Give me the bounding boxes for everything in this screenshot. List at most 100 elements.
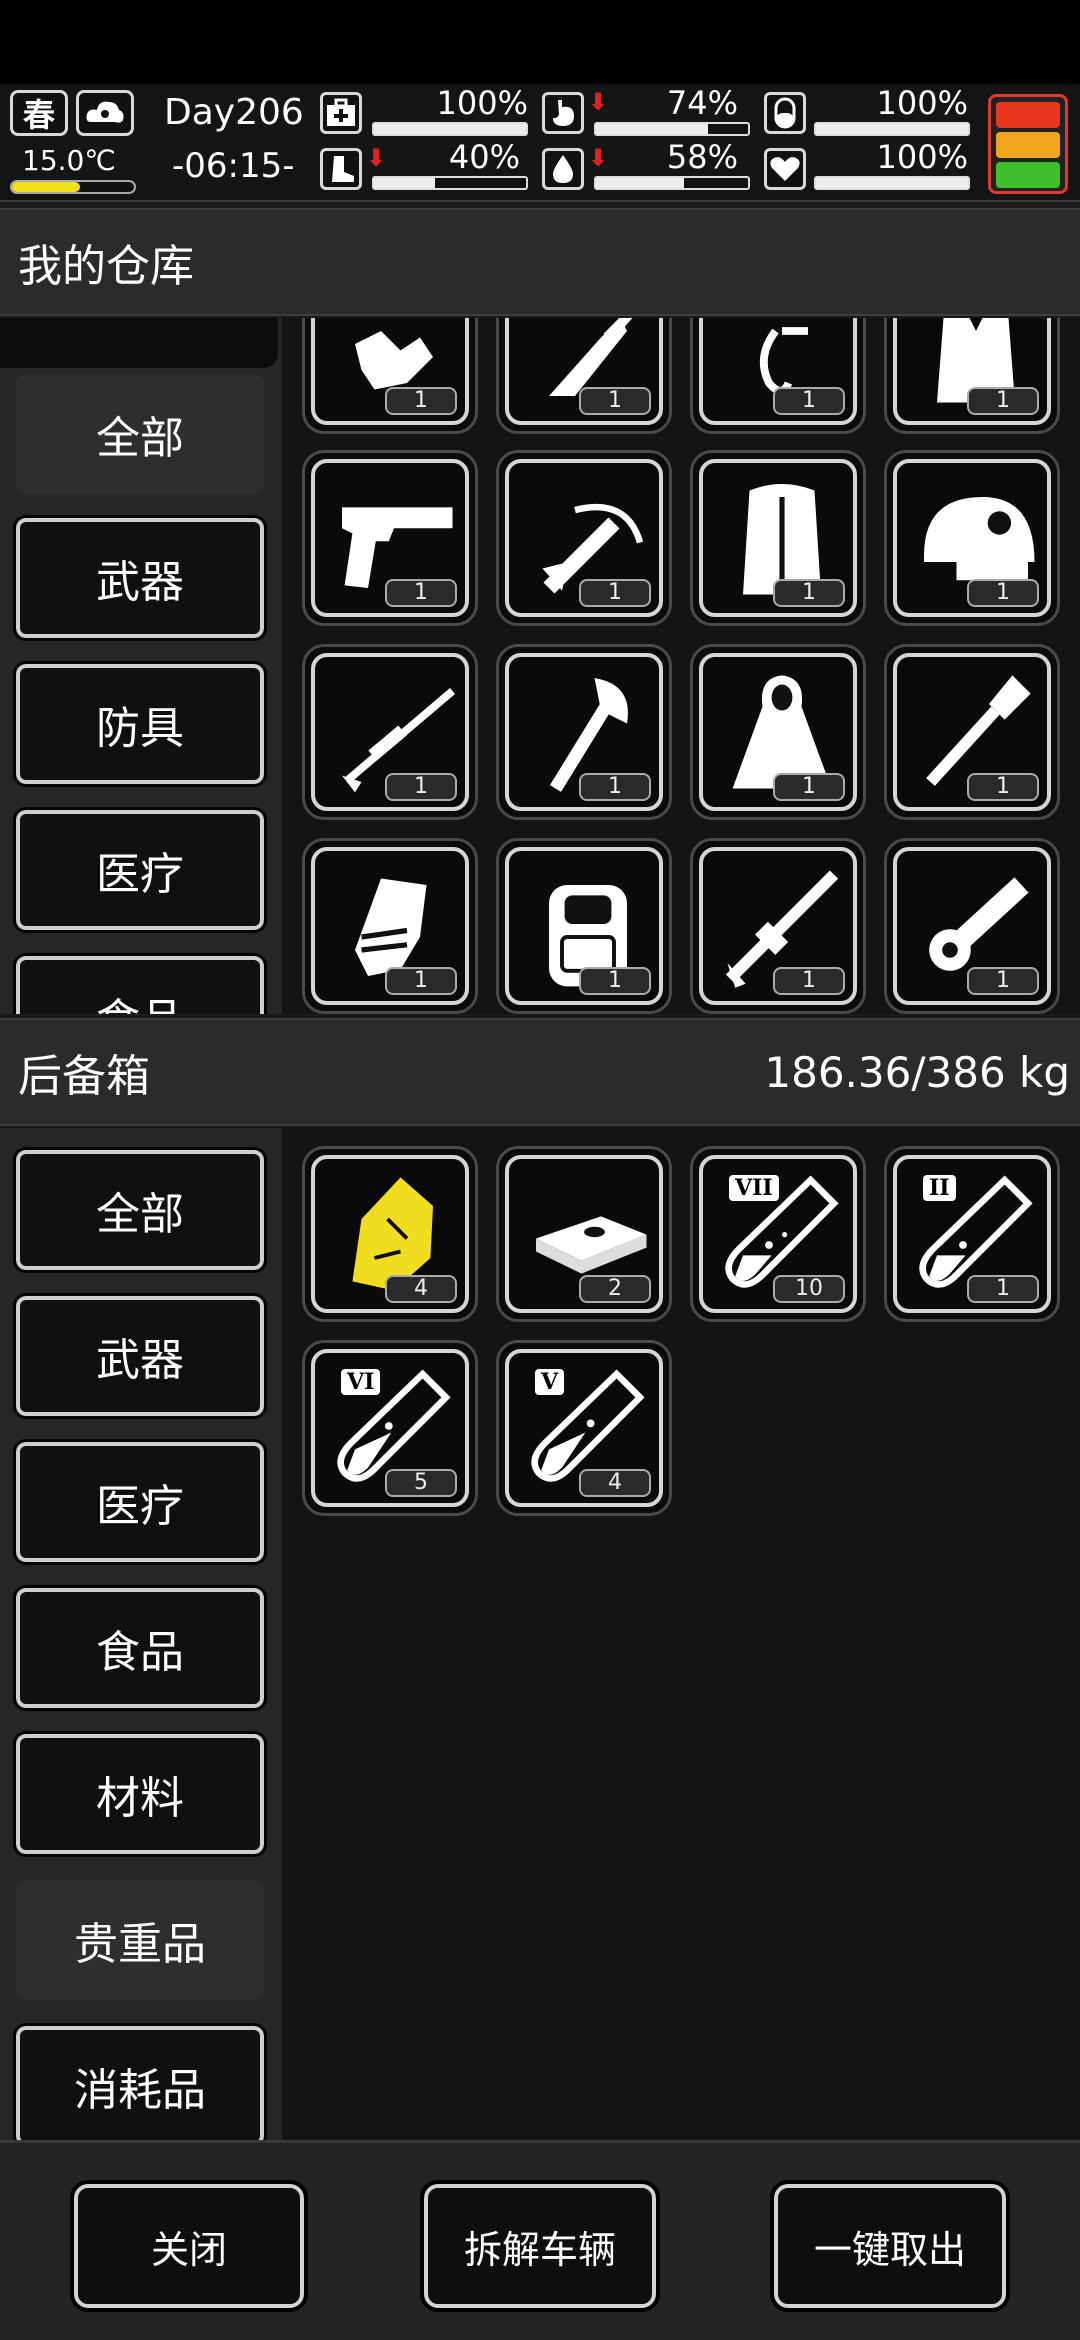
item-count: 1 <box>967 1275 1039 1303</box>
health-bar <box>372 122 528 136</box>
status-hud: 春 15.0℃ Day206 -06:15- 100% ⬇ 74% 100% ⬇… <box>0 84 1080 202</box>
inventory-slot[interactable]: 1 <box>884 644 1060 820</box>
item-count: 1 <box>385 579 457 607</box>
clock-time: -06:15- <box>172 146 295 186</box>
inventory-slot[interactable]: 1 <box>690 644 866 820</box>
pill-bar <box>814 122 970 136</box>
warehouse-title: 我的仓库 <box>18 241 194 292</box>
inventory-slot[interactable]: 1 <box>884 838 1060 1014</box>
heart-icon <box>764 148 806 190</box>
item-count: 4 <box>385 1275 457 1303</box>
inventory-slot[interactable]: 1 <box>496 838 672 1014</box>
warehouse-tab-armor[interactable]: 防具 <box>13 661 267 787</box>
trunk-header: 后备箱 186.36/386 kg <box>0 1018 1080 1126</box>
health-value: 100% <box>436 84 528 122</box>
stamina-value: 40% <box>448 138 520 176</box>
day-counter: Day206 <box>164 92 304 133</box>
inventory-slot[interactable]: VI 5 <box>302 1340 478 1516</box>
warehouse-header: 我的仓库 <box>0 208 1080 316</box>
inventory-slot[interactable]: 2 <box>496 1146 672 1322</box>
trunk-tab-all[interactable]: 全部 <box>13 1147 267 1273</box>
item-count: 1 <box>967 773 1039 801</box>
medkit-icon <box>320 92 362 134</box>
mood-bar <box>814 176 970 190</box>
item-count: 1 <box>579 773 651 801</box>
warehouse-tab-medical[interactable]: 医疗 <box>13 807 267 933</box>
item-count: 4 <box>579 1469 651 1497</box>
item-count: 1 <box>579 967 651 995</box>
warehouse-tab-food[interactable]: 食品 <box>13 953 267 1014</box>
tier-label: II <box>923 1175 956 1201</box>
inventory-slot[interactable]: 1 <box>884 450 1060 626</box>
thirst-bar <box>594 176 750 190</box>
trunk-tab-consumables[interactable]: 消耗品 <box>13 2023 267 2140</box>
trunk-tab-valuables[interactable]: 贵重品 <box>16 1880 264 2000</box>
inventory-slot[interactable]: 1 <box>690 318 866 434</box>
trunk-item-grid[interactable]: 4 2 VII 10 II 1 VI 5 V 4 <box>282 1128 1080 2140</box>
trunk-tab-medical[interactable]: 医疗 <box>13 1439 267 1565</box>
inventory-slot[interactable]: 1 <box>496 318 672 434</box>
mood-value: 100% <box>876 138 968 176</box>
item-count: 1 <box>967 967 1039 995</box>
item-count: 10 <box>773 1275 845 1303</box>
tier-label: VII <box>729 1175 779 1201</box>
trunk-category-sidebar[interactable]: 全部 武器 医疗 食品 材料 贵重品 消耗品 <box>0 1128 282 2140</box>
season-badge: 春 <box>10 90 68 136</box>
pill-value: 100% <box>876 84 968 122</box>
close-button[interactable]: 关闭 <box>70 2180 308 2312</box>
trunk-tab-weapons[interactable]: 武器 <box>13 1293 267 1419</box>
inventory-slot[interactable]: 1 <box>690 838 866 1014</box>
stamina-bar <box>372 176 528 190</box>
item-count: 1 <box>773 773 845 801</box>
inventory-slot[interactable]: 1 <box>884 318 1060 434</box>
inventory-slot[interactable]: 1 <box>690 450 866 626</box>
item-count: 1 <box>385 773 457 801</box>
weather-icon <box>76 90 134 136</box>
alert-yellow-light <box>996 132 1060 158</box>
item-count: 1 <box>385 387 457 415</box>
inventory-slot[interactable]: II 1 <box>884 1146 1060 1322</box>
inventory-slot[interactable]: 1 <box>302 838 478 1014</box>
item-count: 1 <box>385 967 457 995</box>
trunk-weight: 186.36/386 kg <box>764 1047 1070 1097</box>
tier-label: VI <box>341 1369 381 1395</box>
item-count: 1 <box>773 579 845 607</box>
hunger-bar <box>594 122 750 136</box>
alert-level-indicator[interactable] <box>988 94 1068 194</box>
pill-icon <box>764 92 806 134</box>
warehouse-tab-weapons[interactable]: 武器 <box>13 515 267 641</box>
inventory-slot[interactable]: VII 10 <box>690 1146 866 1322</box>
take-all-button[interactable]: 一键取出 <box>770 2180 1010 2312</box>
warehouse-tab-all[interactable]: 全部 <box>16 374 264 494</box>
hunger-value: 74% <box>666 84 738 122</box>
item-count: 2 <box>579 1275 651 1303</box>
inventory-slot[interactable]: 1 <box>302 450 478 626</box>
inventory-slot[interactable]: 1 <box>496 644 672 820</box>
tier-label: V <box>535 1369 565 1395</box>
item-count: 1 <box>967 579 1039 607</box>
trunk-tab-food[interactable]: 食品 <box>13 1585 267 1711</box>
warehouse-category-sidebar[interactable]: 全部 武器 防具 医疗 食品 <box>0 318 282 1014</box>
inventory-slot[interactable]: 1 <box>496 450 672 626</box>
item-count: 1 <box>579 387 651 415</box>
item-count: 5 <box>385 1469 457 1497</box>
inventory-slot[interactable]: V 4 <box>496 1340 672 1516</box>
alert-green-light <box>996 162 1060 188</box>
dismantle-vehicle-button[interactable]: 拆解车辆 <box>420 2180 660 2312</box>
thirst-value: 58% <box>666 138 738 176</box>
boot-icon <box>320 148 362 190</box>
temperature-bar <box>10 180 136 194</box>
inventory-slot[interactable]: 1 <box>302 318 478 434</box>
trunk-tab-materials[interactable]: 材料 <box>13 1731 267 1857</box>
alert-red-light <box>996 102 1060 128</box>
system-status-bar <box>0 0 1080 84</box>
item-count: 1 <box>967 387 1039 415</box>
item-count: 1 <box>579 579 651 607</box>
warehouse-item-grid[interactable]: 1 1 1 1 1 1 1 1 1 1 1 1 1 1 1 1 <box>282 318 1080 1014</box>
trunk-title: 后备箱 <box>18 1051 150 1102</box>
item-count: 1 <box>773 967 845 995</box>
temperature-text: 15.0℃ <box>22 144 116 177</box>
inventory-slot[interactable]: 4 <box>302 1146 478 1322</box>
item-count: 1 <box>773 387 845 415</box>
inventory-slot[interactable]: 1 <box>302 644 478 820</box>
